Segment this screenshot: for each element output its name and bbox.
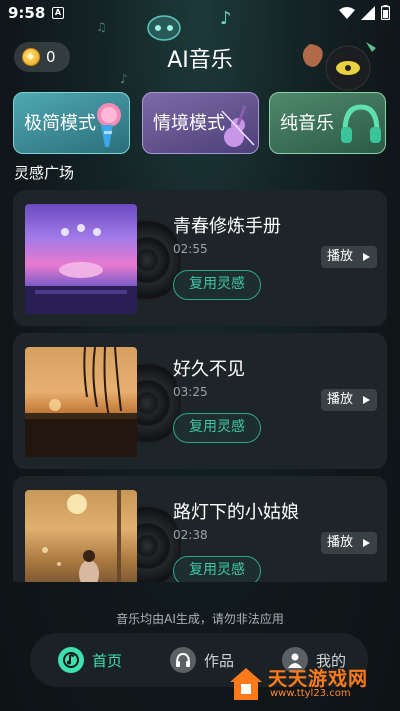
mode-label: 纯音乐 [280, 113, 334, 134]
play-icon [363, 396, 370, 404]
song-duration: 02:38 [173, 528, 208, 542]
mode-card-scene[interactable]: 情境模式 [142, 92, 259, 154]
song-cover-image [25, 490, 137, 582]
notification-icon: A [52, 7, 64, 19]
mode-label: 极简模式 [24, 113, 96, 134]
music-note-deco-icon: ♪ [220, 8, 232, 29]
song-title: 青春修炼手册 [173, 216, 281, 237]
nav-label: 首页 [92, 651, 123, 670]
status-icons [339, 5, 390, 20]
play-icon [363, 253, 370, 261]
play-button[interactable]: 播放 [321, 389, 377, 411]
music-note-icon [58, 647, 84, 673]
battery-icon [381, 5, 390, 20]
play-button[interactable]: 播放 [321, 246, 377, 268]
music-note-deco-icon: ♪ [120, 72, 128, 86]
nav-item-home[interactable]: 首页 [58, 645, 122, 675]
reuse-inspiration-button[interactable]: 复用灵感 [173, 556, 261, 582]
song-card[interactable]: 路灯下的小姑娘 02:38 复用灵感 播放 [13, 476, 387, 582]
song-title: 好久不见 [173, 359, 245, 380]
house-logo-icon [230, 668, 262, 700]
play-button[interactable]: 播放 [321, 532, 377, 554]
reuse-inspiration-button[interactable]: 复用灵感 [173, 413, 261, 443]
nav-item-works[interactable]: 作品 [170, 645, 234, 675]
song-cover-image [25, 347, 137, 457]
headphones-icon [341, 104, 381, 143]
robot-mascot-icon [147, 15, 181, 41]
mode-card-pure-music[interactable]: 纯音乐 [269, 92, 386, 154]
play-label: 播放 [327, 249, 354, 264]
headphones-icon [170, 647, 196, 673]
song-cover-image [25, 204, 137, 314]
play-icon [363, 539, 370, 547]
song-card[interactable]: 青春修炼手册 02:55 复用灵感 播放 [13, 190, 387, 326]
song-list[interactable]: 青春修炼手册 02:55 复用灵感 播放 好久不见 03:25 复用灵感 播放 [0, 190, 400, 582]
status-time: 9:58 [8, 4, 46, 22]
song-duration: 02:55 [173, 242, 208, 256]
signal-icon [361, 5, 375, 20]
microphone-icon [97, 103, 121, 147]
mode-label: 情境模式 [153, 113, 225, 134]
play-label: 播放 [327, 535, 354, 550]
watermark-url: www.ttyl23.com [270, 688, 351, 699]
section-title: 灵感广场 [14, 164, 75, 182]
violin-icon [221, 105, 255, 147]
music-note-deco-icon: ♫ [96, 20, 107, 34]
mode-card-minimal[interactable]: 极简模式 [13, 92, 130, 154]
wifi-icon [339, 6, 355, 19]
reuse-inspiration-button[interactable]: 复用灵感 [173, 270, 261, 300]
watermark: 天天游戏网 www.ttyl23.com [228, 664, 388, 706]
song-duration: 03:25 [173, 385, 208, 399]
page-title: AI音乐 [167, 48, 233, 73]
song-card[interactable]: 好久不见 03:25 复用灵感 播放 [13, 333, 387, 469]
disclaimer-text: 音乐均由AI生成，请勿非法应用 [116, 612, 284, 626]
song-title: 路灯下的小姑娘 [173, 502, 299, 523]
play-label: 播放 [327, 392, 354, 407]
status-bar: 9:58 A [0, 0, 400, 28]
watermark-name: 天天游戏网 [268, 668, 369, 690]
